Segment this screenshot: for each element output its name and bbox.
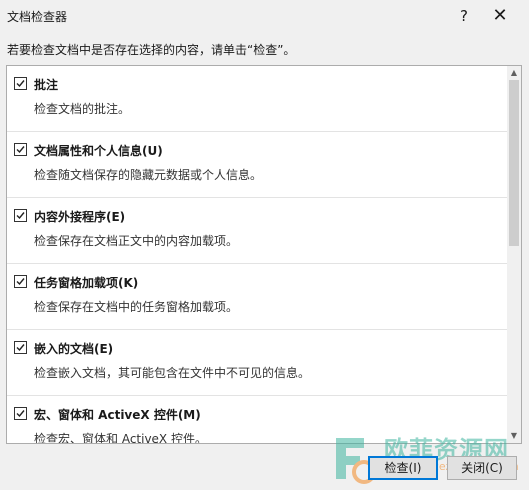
list-item: 批注 检查文档的批注。 [7,66,507,132]
checkmark-icon [16,344,25,352]
close-button[interactable]: 关闭(C) [447,456,517,480]
item-title: 嵌入的文档(E) [34,342,114,356]
close-icon[interactable]: ✕ [486,4,514,28]
list-item: 内容外接程序(E) 检查保存在文档正文中的内容加载项。 [7,198,507,264]
checkbox-document-properties[interactable] [14,143,27,156]
item-title: 内容外接程序(E) [34,210,126,224]
checkbox-macros-forms-activex[interactable] [14,407,27,420]
scroll-up-icon[interactable]: ▲ [507,66,521,80]
item-description: 检查保存在文档中的任务窗格加载项。 [34,300,239,314]
help-button[interactable]: ? [452,4,476,28]
vertical-scrollbar[interactable]: ▲ ▼ [507,66,521,443]
item-description: 检查随文档保存的隐藏元数据或个人信息。 [34,168,263,182]
checkbox-taskpane-addins[interactable] [14,275,27,288]
scroll-thumb[interactable] [509,80,519,246]
checkmark-icon [16,146,25,154]
item-title: 宏、窗体和 ActiveX 控件(M) [34,408,201,422]
checkbox-embedded-documents[interactable] [14,341,27,354]
inspect-button[interactable]: 检查(I) [368,456,438,480]
inspection-items: 批注 检查文档的批注。 文档属性和个人信息(U) 检查随文档保存的隐藏元数据或个… [7,66,507,444]
checkbox-content-addins[interactable] [14,209,27,222]
item-title: 任务窗格加载项(K) [34,276,139,290]
item-description: 检查保存在文档正文中的内容加载项。 [34,234,239,248]
item-title: 批注 [34,78,59,92]
inspection-list[interactable]: 批注 检查文档的批注。 文档属性和个人信息(U) 检查随文档保存的隐藏元数据或个… [6,65,522,444]
list-item: 文档属性和个人信息(U) 检查随文档保存的隐藏元数据或个人信息。 [7,132,507,198]
title-bar: 文档检查器 ? ✕ [0,0,529,32]
item-description: 检查嵌入文档，其可能包含在文件中不可见的信息。 [34,366,311,380]
item-title: 文档属性和个人信息(U) [34,144,163,158]
checkbox-comments[interactable] [14,77,27,90]
item-description: 检查文档的批注。 [34,102,131,116]
instruction-text: 若要检查文档中是否存在选择的内容，请单击“检查”。 [7,43,296,57]
checkmark-icon [16,278,25,286]
list-item: 宏、窗体和 ActiveX 控件(M) 检查宏、窗体和 ActiveX 控件。 [7,396,507,444]
list-item: 嵌入的文档(E) 检查嵌入文档，其可能包含在文件中不可见的信息。 [7,330,507,396]
checkmark-icon [16,410,25,418]
document-inspector-dialog: 文档检查器 ? ✕ 若要检查文档中是否存在选择的内容，请单击“检查”。 批注 检… [0,0,529,489]
checkmark-icon [16,212,25,220]
dialog-title: 文档检查器 [7,10,68,24]
scroll-down-icon[interactable]: ▼ [507,429,521,443]
list-item: 任务窗格加载项(K) 检查保存在文档中的任务窗格加载项。 [7,264,507,330]
checkmark-icon [16,80,25,88]
item-description: 检查宏、窗体和 ActiveX 控件。 [34,432,207,444]
